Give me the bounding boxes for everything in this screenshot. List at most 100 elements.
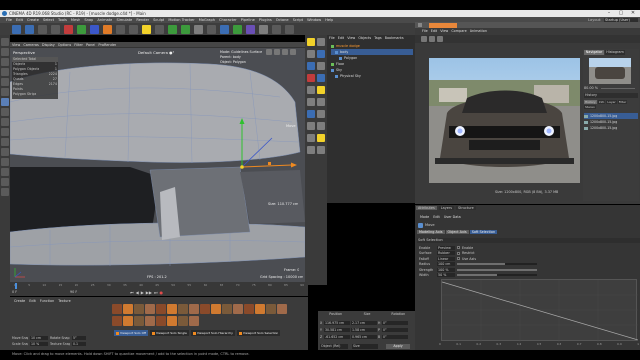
pv-menu-item[interactable]: Compare: [451, 29, 466, 33]
pv-menu-item[interactable]: Edit: [431, 29, 438, 33]
attr-checkbox[interactable]: [457, 257, 460, 261]
tool-icon[interactable]: [317, 38, 325, 46]
history-item[interactable]: 1200x800-15.jpg: [584, 125, 638, 131]
attr-value[interactable]: 100 %: [437, 267, 455, 272]
material-swatch[interactable]: [244, 304, 254, 314]
viewport-menu-item[interactable]: ProRender: [98, 43, 116, 47]
object-menu-item[interactable]: Objects: [358, 36, 371, 40]
material-swatch[interactable]: [178, 315, 188, 326]
prev-frame-icon[interactable]: ◀: [136, 290, 139, 295]
material-swatch[interactable]: [189, 304, 199, 314]
pv-menu-item[interactable]: View: [440, 29, 448, 33]
select-icon[interactable]: [38, 24, 47, 34]
tool-icon[interactable]: [307, 38, 315, 46]
timeline[interactable]: 051015202530354045505560657075808590 0 F…: [10, 282, 308, 296]
attr-tab[interactable]: Soft Selection: [469, 230, 498, 234]
tool-icon[interactable]: [317, 134, 325, 142]
camera-label[interactable]: Default Camera ●°: [138, 50, 174, 55]
x-axis-icon[interactable]: [116, 24, 125, 34]
y-axis-icon[interactable]: [129, 24, 138, 34]
material-swatch[interactable]: [112, 315, 122, 326]
live-select-icon[interactable]: [51, 24, 60, 34]
pv-tab[interactable]: Layer: [606, 100, 617, 104]
tool-icon[interactable]: [307, 86, 315, 94]
object-menu-item[interactable]: Edit: [338, 36, 345, 40]
snap-value-2[interactable]: 0.1: [72, 342, 86, 346]
material-swatch[interactable]: [134, 315, 144, 326]
tool-icon[interactable]: [317, 62, 325, 70]
rendered-image[interactable]: [429, 58, 580, 183]
pv-tab[interactable]: Info: [597, 100, 606, 104]
stop-icon[interactable]: [429, 36, 435, 42]
viewport-menu-item[interactable]: Cameras: [23, 43, 39, 47]
material-menu-item[interactable]: Function: [40, 299, 54, 303]
attr-value[interactable]: Rubber: [437, 251, 455, 256]
close-button[interactable]: ✕: [628, 10, 638, 17]
tool-icon[interactable]: [317, 122, 325, 130]
pv-tab[interactable]: History: [584, 100, 597, 104]
car-render[interactable]: [429, 58, 580, 183]
navigator-thumbnail[interactable]: [589, 58, 631, 84]
attr-value[interactable]: Linear: [437, 256, 455, 261]
frame-end[interactable]: 90 F: [70, 290, 77, 294]
snap-value-2[interactable]: 5°: [72, 336, 86, 340]
play-icon[interactable]: ▶: [141, 290, 144, 295]
pv-menu-item[interactable]: File: [422, 29, 428, 33]
material-swatch[interactable]: [266, 304, 276, 314]
sculpt-icon[interactable]: [1, 168, 9, 176]
material-swatch[interactable]: [123, 304, 133, 314]
tool-icon[interactable]: [317, 86, 325, 94]
object-menu-item[interactable]: Bookmarks: [385, 36, 404, 40]
next-frame-icon[interactable]: ▶▶: [146, 290, 152, 295]
make-editable-icon[interactable]: [1, 38, 9, 46]
tool-icon[interactable]: [307, 74, 315, 82]
axis-mode-icon[interactable]: [1, 108, 9, 116]
viewport-menu-item[interactable]: Filter: [74, 43, 83, 47]
subdivision-icon[interactable]: [233, 24, 242, 34]
material-menu-item[interactable]: Create: [14, 299, 25, 303]
object-menu-item[interactable]: View: [347, 36, 355, 40]
locked-workplane-icon[interactable]: [1, 148, 9, 156]
attr-top-tab[interactable]: Attributes: [416, 206, 437, 210]
snap-value[interactable]: 10 cm: [30, 336, 48, 340]
texture-mode-icon[interactable]: [1, 58, 9, 66]
attr-menu-item[interactable]: Mode: [420, 215, 429, 219]
python-icon[interactable]: [1, 188, 9, 196]
coord-mode-select[interactable]: Object (Rel): [320, 344, 348, 349]
material-swatch[interactable]: [222, 304, 232, 314]
histogram-tab[interactable]: Histogram: [605, 50, 625, 55]
go-end-icon[interactable]: ⏭: [154, 290, 158, 295]
coord-size[interactable]: 1.58 cm: [351, 327, 377, 332]
zoom-value[interactable]: 80.00 %: [584, 86, 598, 90]
material-swatch[interactable]: [178, 304, 188, 314]
polygons-mode-icon[interactable]: [1, 98, 9, 106]
navigator-tab[interactable]: Navigator: [584, 50, 604, 55]
move-icon[interactable]: [64, 24, 73, 34]
material-swatch[interactable]: [255, 304, 265, 314]
material-swatch[interactable]: [123, 315, 133, 326]
coord-position[interactable]: 30.581 cm: [324, 327, 350, 332]
material-menu-item[interactable]: Texture: [58, 299, 70, 303]
world-coord-icon[interactable]: [155, 24, 164, 34]
attr-tab[interactable]: Modeling Axis: [417, 230, 445, 234]
coord-size[interactable]: 2.17 cm: [351, 320, 377, 325]
render-picture-icon[interactable]: [181, 24, 190, 34]
frame-start[interactable]: 0 F: [12, 290, 17, 294]
material-swatch[interactable]: [134, 304, 144, 314]
render-icon[interactable]: [421, 36, 427, 42]
tool-icon[interactable]: [317, 110, 325, 118]
tool-icon[interactable]: [307, 98, 315, 106]
material-swatch[interactable]: [167, 315, 177, 326]
viewport-solo-button[interactable]: Viewport Solo Selection: [236, 330, 281, 336]
material-swatch[interactable]: [189, 315, 199, 326]
z-axis-icon[interactable]: [142, 24, 151, 34]
tool-icon[interactable]: [317, 50, 325, 58]
minimize-button[interactable]: –: [604, 10, 614, 17]
tool-icon[interactable]: [317, 146, 325, 154]
viewport-solo-button[interactable]: Viewport Solo Off: [114, 330, 149, 336]
attr-menu-item[interactable]: User Data: [444, 215, 461, 219]
scale-icon[interactable]: [77, 24, 86, 34]
tool-icon[interactable]: [307, 110, 315, 118]
object-menu-item[interactable]: Tags: [374, 36, 382, 40]
attr-slider[interactable]: [457, 263, 537, 266]
